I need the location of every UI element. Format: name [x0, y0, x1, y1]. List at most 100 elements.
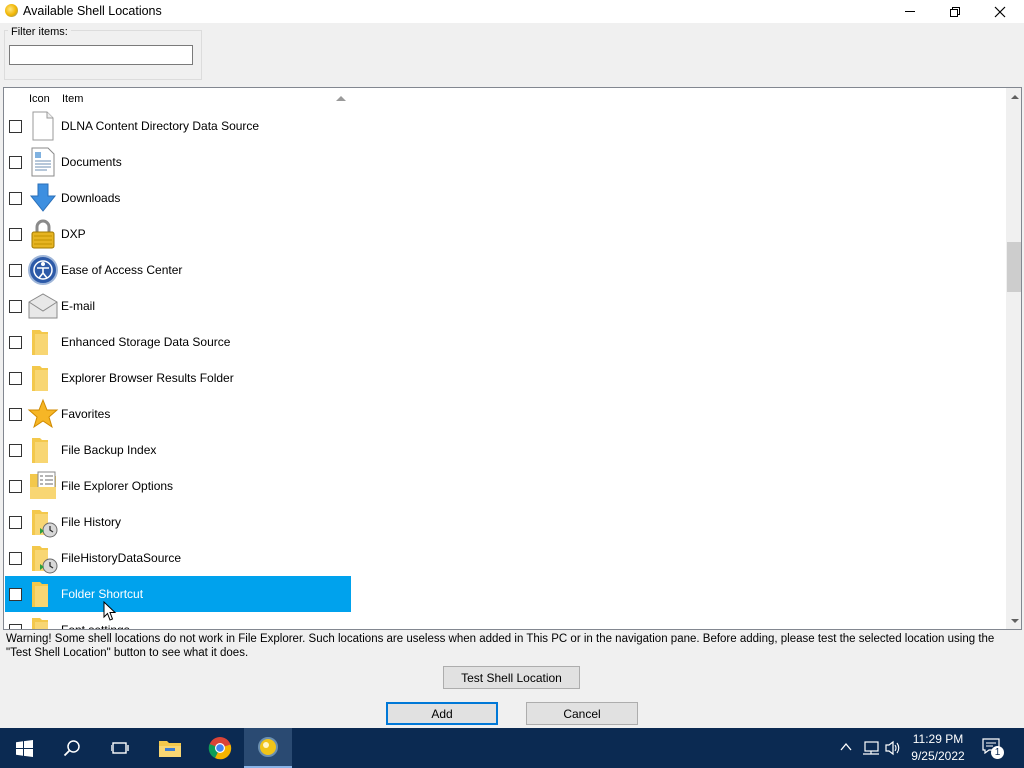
item-label: File Explorer Options	[61, 479, 174, 493]
list-item[interactable]: DLNA Content Directory Data Source	[5, 108, 351, 144]
task-view-button[interactable]	[96, 728, 144, 768]
vertical-scrollbar[interactable]	[1006, 88, 1021, 629]
scroll-down-button[interactable]	[1006, 612, 1021, 629]
chrome-icon	[208, 737, 232, 760]
window-title: Available Shell Locations	[23, 4, 162, 18]
folder-icon	[27, 326, 59, 358]
notification-center-button[interactable]: 1	[982, 738, 1004, 759]
list-item[interactable]: Documents	[5, 144, 351, 180]
envelope-icon	[27, 290, 59, 322]
clock-time[interactable]: 11:29 PM	[905, 732, 971, 746]
app-icon	[5, 4, 18, 17]
taskbar-chrome[interactable]	[196, 728, 244, 768]
clock-date[interactable]: 9/25/2022	[905, 749, 971, 763]
column-header-icon[interactable]: Icon	[29, 93, 50, 105]
item-label: Explorer Browser Results Folder	[61, 371, 234, 385]
download-arrow-icon	[27, 182, 59, 214]
documents-icon	[27, 146, 59, 178]
item-label: Font settings	[61, 623, 130, 630]
chevron-up-icon	[1010, 94, 1019, 99]
scrollbar-thumb[interactable]	[1007, 242, 1021, 292]
filter-input[interactable]	[9, 45, 193, 65]
ease-of-access-icon	[27, 254, 59, 286]
item-label: Downloads	[61, 191, 121, 205]
folder-options-icon	[27, 470, 59, 502]
search-icon	[63, 740, 80, 757]
item-label: Ease of Access Center	[61, 263, 183, 277]
volume-icon[interactable]	[884, 740, 902, 756]
item-checkbox[interactable]	[9, 156, 22, 169]
padlock-icon	[27, 218, 59, 250]
item-checkbox[interactable]	[9, 408, 22, 421]
taskbar: 11:29 PM 9/25/2022 1	[0, 728, 1024, 768]
item-label: DLNA Content Directory Data Source	[61, 119, 260, 133]
item-checkbox[interactable]	[9, 480, 22, 493]
folder-icon	[27, 578, 59, 610]
folder-history-icon	[27, 542, 59, 574]
item-checkbox[interactable]	[9, 624, 22, 629]
blank-document-icon	[27, 110, 59, 142]
list-item[interactable]: Font settings	[5, 612, 351, 630]
notification-badge: 1	[991, 746, 1004, 759]
chevron-down-icon	[1010, 618, 1019, 623]
item-checkbox[interactable]	[9, 228, 22, 241]
item-checkbox[interactable]	[9, 264, 22, 277]
item-checkbox[interactable]	[9, 444, 22, 457]
list-item[interactable]: File Explorer Options	[5, 468, 351, 504]
restore-button[interactable]	[932, 0, 978, 23]
list-item[interactable]: Downloads	[5, 180, 351, 216]
close-button[interactable]	[977, 0, 1023, 23]
item-label: Favorites	[61, 407, 111, 421]
list-item[interactable]: Explorer Browser Results Folder	[5, 360, 351, 396]
file-explorer-icon	[159, 741, 181, 757]
item-label: Enhanced Storage Data Source	[61, 335, 231, 349]
start-button[interactable]	[0, 728, 48, 768]
item-label: Documents	[61, 155, 122, 169]
list-item[interactable]: File Backup Index	[5, 432, 351, 468]
folder-icon	[27, 614, 59, 629]
scroll-up-button[interactable]	[1006, 88, 1021, 105]
add-button[interactable]: Add	[386, 702, 498, 725]
folder-icon	[27, 434, 59, 466]
title-bar[interactable]: Available Shell Locations	[0, 0, 1024, 23]
sort-ascending-icon	[336, 96, 346, 101]
shell-locations-list[interactable]: Icon Item DLNA Content Directory Data So…	[3, 87, 1022, 630]
list-item[interactable]: Favorites	[5, 396, 351, 432]
item-label: FileHistoryDataSource	[61, 551, 182, 565]
item-label: File History	[61, 515, 122, 529]
cancel-button[interactable]: Cancel	[526, 702, 638, 725]
taskbar-file-explorer[interactable]	[146, 728, 194, 768]
item-checkbox[interactable]	[9, 300, 22, 313]
network-icon[interactable]	[862, 740, 880, 756]
list-item[interactable]: File History	[5, 504, 351, 540]
search-button[interactable]	[48, 728, 96, 768]
taskbar-winaero-tweaker[interactable]	[244, 728, 292, 768]
list-item[interactable]: Ease of Access Center	[5, 252, 351, 288]
item-checkbox[interactable]	[9, 192, 22, 205]
windows-logo-icon	[15, 739, 33, 757]
item-checkbox[interactable]	[9, 552, 22, 565]
chevron-up-icon[interactable]	[840, 742, 852, 752]
list-item[interactable]: Folder Shortcut	[5, 576, 351, 612]
folder-history-icon	[27, 506, 59, 538]
star-icon	[27, 398, 59, 430]
mouse-cursor-icon	[103, 601, 117, 621]
folder-icon	[27, 362, 59, 394]
list-item[interactable]: Enhanced Storage Data Source	[5, 324, 351, 360]
item-checkbox[interactable]	[9, 336, 22, 349]
restore-icon	[950, 6, 960, 17]
column-header-item[interactable]: Item	[62, 93, 83, 105]
task-view-icon	[111, 742, 129, 754]
minimize-button[interactable]	[887, 0, 933, 23]
list-item[interactable]: DXP	[5, 216, 351, 252]
list-header: Icon Item	[4, 88, 1004, 110]
minimize-icon	[905, 11, 915, 12]
item-checkbox[interactable]	[9, 372, 22, 385]
list-item[interactable]: FileHistoryDataSource	[5, 540, 351, 576]
item-checkbox[interactable]	[9, 120, 22, 133]
item-checkbox[interactable]	[9, 516, 22, 529]
list-item[interactable]: E-mail	[5, 288, 351, 324]
winaero-tweaker-icon	[258, 737, 278, 757]
test-shell-location-button[interactable]: Test Shell Location	[443, 666, 580, 689]
item-checkbox[interactable]	[9, 588, 22, 601]
